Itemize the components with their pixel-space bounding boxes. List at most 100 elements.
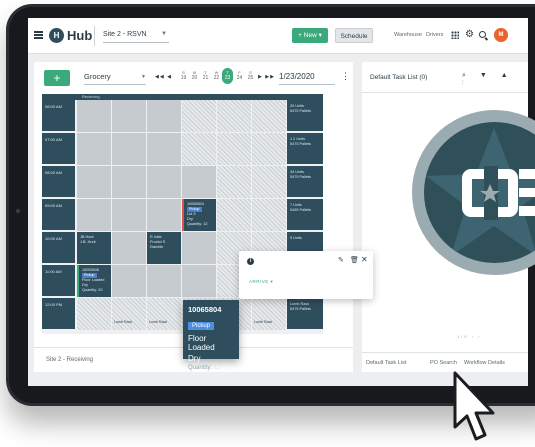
day-sat[interactable]: S 25 [246,70,255,82]
appointment-block[interactable]: JB Hunt J.B. Hunt [77,232,111,264]
blocked-slot [252,298,286,330]
time-slot[interactable] [77,199,111,231]
edit-icon[interactable]: ✎ [338,256,344,264]
time-column: 06:00 AM 07:00 AM 08:00 AM 09:00 AM 10:0… [42,100,75,334]
time-slot[interactable] [77,166,111,198]
appointment-block[interactable]: R Ickle Fructol S Gamble [147,232,181,264]
time-slot[interactable] [112,166,146,198]
site-select[interactable]: Site 2 - RSVN ▼ [103,28,169,43]
time-label: 06:00 AM [42,100,75,132]
appointment-block[interactable]: 10052646 Pickup Floor Loaded Dry Quantit… [77,265,111,297]
pagination[interactable]: 1/0 ‹ › [457,334,481,339]
trash-icon[interactable]: 🗑 [350,256,359,264]
gear-icon[interactable]: ⚙ [465,29,474,41]
quantity: Quantity: 12 [188,365,234,371]
date-picker[interactable]: 1/23/2020 [279,71,335,85]
new-button[interactable]: + New ▾ [292,28,328,43]
apps-grid-icon[interactable] [451,31,459,39]
day-wed[interactable]: W 22 [212,70,221,82]
hub-logo-icon: H [49,28,64,43]
time-slot[interactable] [112,232,146,264]
time-slot[interactable] [112,265,146,297]
blocked-slot [112,298,146,330]
time-slot[interactable] [112,133,146,165]
dock-summary-cell: Lumb Rack 5475 Pallets [287,298,323,330]
add-appointment-button[interactable]: + [44,70,70,86]
appointment-popover: i ✎ 🗑 ✕ ARRIVE ▾ [239,251,373,299]
blocked-slot [182,133,216,165]
search-icon[interactable] [479,31,486,38]
time-slot[interactable] [147,199,181,231]
day-thu-selected[interactable]: T 23 [222,68,233,84]
divider [94,26,95,46]
schedule-button[interactable]: Schedule [335,28,373,43]
tab-workflow-details[interactable]: Workflow Details [464,360,505,366]
brand-logo-icon [426,128,535,256]
time-slot[interactable] [182,265,216,297]
nav-link-warehouse[interactable]: Warehouse [394,32,422,38]
time-label: 09:00 AM [42,199,75,231]
time-slot[interactable] [77,100,111,132]
previous-week-button[interactable]: ◀◀ ◀ [155,74,172,80]
summary-line: 5475 Pallets [290,307,311,311]
chevron-down-icon: ▼ [141,74,146,80]
hamburger-menu-icon[interactable] [34,31,43,39]
time-slot[interactable] [147,265,181,297]
day-number: 22 [213,75,220,81]
next-week-button[interactable]: ▶ ▶▶ [258,74,275,80]
appointment-quantity: Quantity: 20 [82,288,103,292]
time-slot[interactable] [112,199,146,231]
nav-link-drivers[interactable]: Drivers [426,32,443,38]
blocked-slot [147,298,181,330]
site-select-value: Site 2 - RSVN [103,31,147,38]
time-slot[interactable] [147,100,181,132]
status-dropdown[interactable]: ARRIVE ▾ [249,279,273,285]
day-number: 20 [191,75,198,81]
carrier-name: J.B. Hunt [80,240,96,244]
task-list-toolbar-icons[interactable]: ⌕ ▼ ▲ ⋮ [462,72,528,88]
time-slot[interactable] [182,232,216,264]
summary-line: 9 Units [290,236,302,240]
dock-summary-cell: 7 Units 5455 Pallets [287,199,323,231]
schedule-footer-label: Site 2 - Receiving [46,357,94,363]
time-slot[interactable] [112,100,146,132]
top-bar: H Hub Site 2 - RSVN ▼ + New ▾ Schedule W… [28,18,528,54]
summary-line: 5475 Pallets [290,109,311,113]
summary-line: 5475 Pallets [290,175,311,179]
day-tue[interactable]: T 21 [201,70,210,82]
time-label: 07:00 AM [42,133,75,165]
tab-default-task-list[interactable]: Default Task List [366,360,406,366]
brand-badge [412,110,535,275]
blocked-slot [252,166,286,198]
more-options-icon[interactable]: ⋮ [341,72,350,81]
tab-po-search[interactable]: PO Search [430,360,457,366]
blocked-slot [252,199,286,231]
camera-icon [16,209,20,213]
day-mon[interactable]: M 20 [190,70,199,82]
time-slot[interactable] [147,133,181,165]
time-label: 08:00 AM [42,166,75,198]
info-icon[interactable]: i [247,258,254,265]
time-slot[interactable] [77,133,111,165]
dock-summary-cell: 1 2 Units 5475 Pallets [287,133,323,165]
dock-label: Lumb Rack [149,320,168,324]
dock-summary-cell: 20 Units 5475 Pallets [287,100,323,132]
department-select[interactable]: Grocery ▼ [84,71,146,85]
avatar[interactable]: M [494,28,508,42]
day-number: 21 [202,75,209,81]
day-sun[interactable]: S 19 [179,70,188,82]
time-slot[interactable] [182,166,216,198]
summary-line: 5475 Pallets [290,142,311,146]
blocked-slot [252,100,286,132]
pickup-tag: Pickup [188,322,215,330]
day-number: 19 [180,75,187,81]
blocked-slot [182,100,216,132]
dock-label: Lumb Rack [254,320,273,324]
close-icon[interactable]: ✕ [361,255,368,264]
time-slot[interactable] [147,166,181,198]
dock-label: Lumb Rack [114,320,133,324]
appointment-block[interactable]: 10065304 Pickup Lot 3 Dry Quantity: 12 [182,199,216,231]
carrier-name: Gamble [150,245,164,249]
day-fri[interactable]: F 24 [235,70,244,82]
appointment-detail-card[interactable]: 10065804 Pickup Floor Loaded Dry Quantit… [183,300,239,371]
